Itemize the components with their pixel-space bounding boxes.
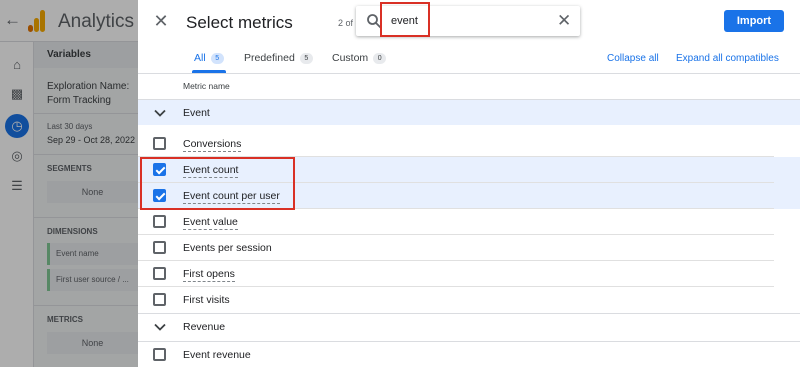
column-header-metric-name: Metric name [183,81,230,91]
tab-custom[interactable]: Custom 0 [332,52,387,64]
metric-row[interactable]: First opens [138,261,800,287]
tab-predefined[interactable]: Predefined 5 [244,52,313,64]
tab-all-label: All [194,52,206,64]
metric-row[interactable]: Conversions [138,131,800,157]
tab-predefined-label: Predefined [244,52,295,64]
import-button[interactable]: Import [724,10,784,32]
group-label: Revenue [183,321,226,333]
chevron-down-icon[interactable] [153,320,167,334]
checkbox-unchecked[interactable] [153,267,166,280]
checkbox-unchecked[interactable] [153,348,166,361]
tab-predefined-count: 5 [299,53,313,64]
metric-row[interactable]: Events per session [138,235,800,261]
group-label: Event [183,107,210,119]
checkbox-unchecked[interactable] [153,215,166,228]
metric-label: First opens [183,268,235,282]
tab-custom-label: Custom [332,52,369,64]
checkbox-unchecked[interactable] [153,293,166,306]
metric-label: Events per session [183,242,272,254]
clear-search-icon[interactable]: ✕ [557,10,571,32]
metric-label: Event value [183,216,238,230]
checked-rows-highlight-box [140,157,295,210]
dialog-title: Select metrics [186,13,293,32]
search-highlight-box [380,2,430,37]
metric-row[interactable]: Event value [138,209,800,235]
metric-row[interactable]: First visits [138,287,800,313]
close-icon[interactable]: ✕ [152,10,170,32]
metric-row[interactable]: Event revenue [138,341,800,367]
checkbox-unchecked[interactable] [153,241,166,254]
tab-custom-count: 0 [373,53,387,64]
metric-label: First visits [183,294,230,306]
group-row-revenue[interactable]: Revenue [138,313,800,339]
expand-all-compatibles-button[interactable]: Expand all compatibles [676,53,779,64]
checkbox-unchecked[interactable] [153,137,166,150]
collapse-all-button[interactable]: Collapse all [607,53,659,64]
tab-all[interactable]: All 5 [194,52,224,64]
tabs-divider [138,73,800,74]
chevron-down-icon[interactable] [153,106,167,120]
metric-label: Event revenue [183,349,251,361]
select-metrics-dialog: ✕ Select metrics 2 of 150 selected ✕ Imp… [138,0,800,367]
tab-all-count: 5 [210,53,224,64]
group-row-event[interactable]: Event [138,99,800,125]
metric-label: Conversions [183,138,242,152]
